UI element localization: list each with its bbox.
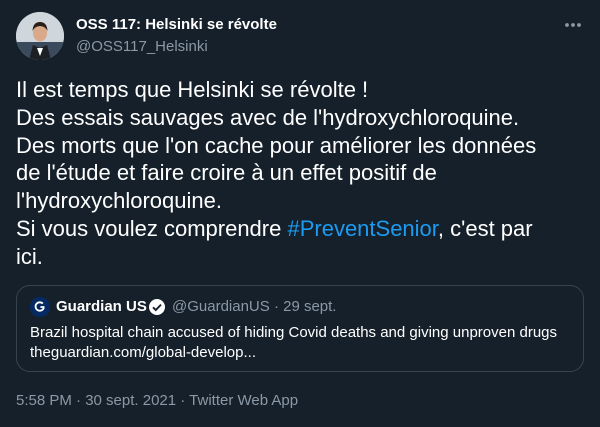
hashtag-link[interactable]: #PreventSenior <box>287 216 437 241</box>
quote-link-text[interactable]: theguardian.com/global-develop... <box>30 343 575 363</box>
author-display-name[interactable]: OSS 117: Helsinki se révolte <box>76 16 277 33</box>
tweet-text-line: l'hydroxychloroquine. <box>16 188 222 214</box>
verified-badge-icon <box>148 298 166 316</box>
tweet-text-segment: , c'est par <box>437 215 533 241</box>
tweet-text-segment: Si vous voulez comprendre <box>16 215 288 241</box>
quote-text: Brazil hospital chain accused of hiding … <box>30 323 575 362</box>
tweet-card: OSS 117: Helsinki se révolte @OSS117_Hel… <box>0 0 600 427</box>
more-options-icon[interactable] <box>562 14 584 36</box>
profile-photo-icon <box>16 12 64 60</box>
tweet-timestamp[interactable]: 5:58 PM · 30 sept. 2021 · Twitter Web Ap… <box>16 392 298 409</box>
author-handle[interactable]: @OSS117_Helsinki <box>76 38 208 55</box>
tweet-text: Il est temps que Helsinki se révolte ! D… <box>16 76 576 271</box>
quote-headline: Brazil hospital chain accused of hiding … <box>30 324 557 341</box>
more-horizontal-icon <box>565 23 581 27</box>
tweet-text-line: Il est temps que Helsinki se révolte ! <box>16 77 369 102</box>
quote-handle-date: @GuardianUS · 29 sept. <box>172 298 337 315</box>
quote-display-name[interactable]: Guardian US <box>56 298 147 315</box>
tweet-text-line: Des morts que l'on cache pour améliorer … <box>16 132 537 158</box>
tweet-text-line: de l'étude et faire croire à un effet po… <box>16 160 437 186</box>
tweet-text-line-with-hashtag: Si vous voulez comprendre #PreventSenior… <box>16 215 576 243</box>
quote-avatar[interactable] <box>30 297 50 317</box>
author-avatar[interactable] <box>16 12 64 60</box>
quoted-tweet-card[interactable]: Guardian US @GuardianUS · 29 sept. Brazi… <box>16 285 584 372</box>
guardian-logo-icon <box>30 297 50 317</box>
tweet-text-line: ici. <box>16 243 43 269</box>
tweet-text-line: Des essais sauvages avec de l'hydroxychl… <box>16 104 520 130</box>
